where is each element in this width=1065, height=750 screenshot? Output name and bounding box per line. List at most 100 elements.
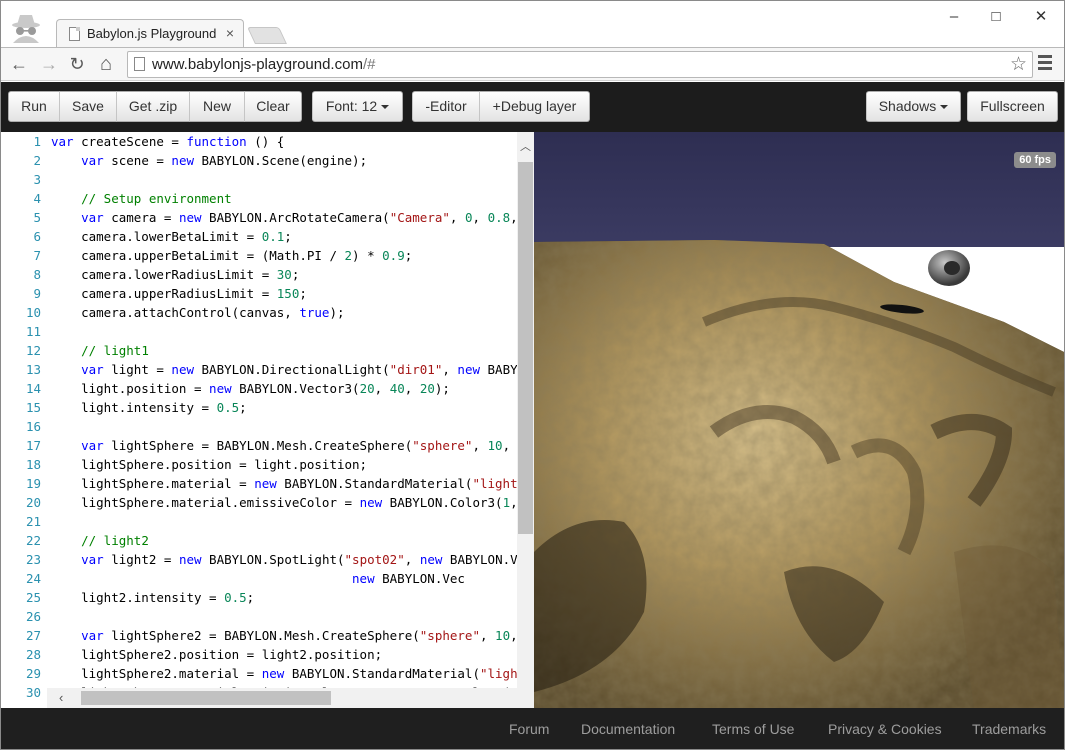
code-line[interactable]: 7 camera.upperBetaLimit = (Math.PI / 2) … — [1, 246, 534, 265]
code-text: var lightSphere2 = BABYLON.Mesh.CreateSp… — [81, 628, 518, 643]
code-text: lightSphere2.position = light2.position; — [51, 647, 383, 662]
editor-horizontal-scrollbar[interactable]: ‹ — [47, 688, 517, 708]
new-tab-button[interactable] — [247, 27, 287, 44]
code-line[interactable]: 18 lightSphere.position = light.position… — [1, 455, 534, 474]
reload-icon[interactable]: ↻ — [65, 52, 89, 76]
line-number: 30 — [25, 685, 41, 700]
code-line[interactable]: 9 camera.upperRadiusLimit = 150; — [1, 284, 534, 303]
code-line[interactable]: 19 lightSphere.material = new BABYLON.St… — [1, 474, 534, 493]
scroll-up-icon[interactable]: ︿ — [520, 138, 531, 154]
font-size-dropdown[interactable]: Font: 12 — [312, 91, 403, 122]
code-line[interactable]: 13 var light = new BABYLON.DirectionalLi… — [1, 360, 534, 379]
chevron-down-icon — [381, 105, 390, 110]
trademarks-link[interactable]: Trademarks — [972, 721, 1046, 737]
code-line[interactable]: 22 // light2 — [1, 531, 534, 550]
code-line[interactable]: 14 light.position = new BABYLON.Vector3(… — [1, 379, 534, 398]
clear-button[interactable]: Clear — [244, 91, 302, 122]
playground-toolbar: Run Save Get .zip New Clear Font: 12 -Ed… — [1, 82, 1064, 132]
shadows-label: Shadows — [878, 98, 937, 114]
code-text: camera.upperBetaLimit = (Math.PI / 2) * … — [51, 248, 413, 263]
tab-babylon-playground[interactable]: Babylon.js Playground × — [56, 19, 244, 47]
code-line[interactable]: 28 lightSphere2.position = light2.positi… — [1, 645, 534, 664]
code-line[interactable]: 27 var lightSphere2 = BABYLON.Mesh.Creat… — [1, 626, 534, 645]
save-button[interactable]: Save — [59, 91, 117, 122]
code-text: var scene = new BABYLON.Scene(engine); — [81, 153, 368, 168]
code-text: light2.intensity = 0.5; — [51, 590, 255, 605]
code-line[interactable]: 26 — [1, 607, 534, 626]
fps-counter: 60 fps — [1014, 152, 1056, 168]
line-number: 23 — [25, 552, 41, 567]
code-line[interactable]: 11 — [1, 322, 534, 341]
debug-layer-button[interactable]: +Debug layer — [479, 91, 590, 122]
line-number: 13 — [25, 362, 41, 377]
line-number: 4 — [33, 191, 41, 206]
code-line[interactable]: 2 var scene = new BABYLON.Scene(engine); — [1, 151, 534, 170]
code-line[interactable]: 4 // Setup environment — [1, 189, 534, 208]
maximize-button[interactable]: □ — [981, 7, 1011, 27]
code-text: var createScene = function () { — [51, 134, 285, 149]
run-button[interactable]: Run — [8, 91, 60, 122]
line-number: 18 — [25, 457, 41, 472]
code-line[interactable]: 21 — [1, 512, 534, 531]
chevron-down-icon — [940, 105, 949, 110]
code-line[interactable]: 1 var createScene = function () { — [1, 132, 534, 151]
terrain-scene — [534, 132, 1064, 708]
editor-vertical-scrollbar[interactable]: ︿ — [517, 132, 534, 708]
line-number: 20 — [25, 495, 41, 510]
code-line[interactable]: 5 var camera = new BABYLON.ArcRotateCame… — [1, 208, 534, 227]
code-line[interactable]: 16 — [1, 417, 534, 436]
address-bar[interactable]: www.babylonjs-playground.com/# ☆ — [127, 51, 1033, 78]
code-line[interactable]: 15 light.intensity = 0.5; — [1, 398, 534, 417]
code-text: lightSphere.material = new BABYLON.Stand… — [51, 476, 526, 491]
browser-menu-icon[interactable] — [1038, 55, 1054, 73]
line-number: 10 — [25, 305, 41, 320]
scrollbar-thumb[interactable] — [81, 691, 331, 705]
code-text: new BABYLON.Vec — [352, 571, 465, 586]
code-line[interactable]: 10 camera.attachControl(canvas, true); — [1, 303, 534, 322]
tab-strip: Babylon.js Playground × – □ ✕ — [1, 1, 1064, 47]
code-line[interactable]: 25 light2.intensity = 0.5; — [1, 588, 534, 607]
line-number: 25 — [25, 590, 41, 605]
line-number: 11 — [25, 324, 41, 339]
back-icon[interactable]: ← — [7, 52, 31, 76]
bookmark-star-icon[interactable]: ☆ — [1010, 53, 1027, 76]
code-text: lightSphere.position = light.position; — [51, 457, 368, 472]
minimize-button[interactable]: – — [939, 7, 969, 27]
url-host: www.babylonjs-playground.com — [152, 56, 363, 73]
line-number: 3 — [33, 172, 41, 187]
forward-icon[interactable]: → — [37, 52, 61, 76]
code-line[interactable]: 3 — [1, 170, 534, 189]
toggle-editor-button[interactable]: -Editor — [412, 91, 480, 122]
page-info-icon[interactable] — [134, 57, 145, 71]
render-canvas[interactable]: 60 fps — [534, 132, 1064, 708]
privacy-link[interactable]: Privacy & Cookies — [828, 721, 942, 737]
close-tab-icon[interactable]: × — [223, 25, 237, 41]
line-number: 7 — [33, 248, 41, 263]
scrollbar-thumb[interactable] — [518, 162, 533, 534]
code-line[interactable]: 6 camera.lowerBetaLimit = 0.1; — [1, 227, 534, 246]
line-number: 16 — [25, 419, 41, 434]
line-number: 1 — [33, 134, 41, 149]
code-line[interactable]: 8 camera.lowerRadiusLimit = 30; — [1, 265, 534, 284]
code-text: lightSphere2.material = new BABYLON.Stan… — [51, 666, 526, 681]
code-line[interactable]: 23 var light2 = new BABYLON.SpotLight("s… — [1, 550, 534, 569]
terms-link[interactable]: Terms of Use — [712, 721, 794, 737]
home-icon[interactable]: ⌂ — [94, 52, 118, 76]
code-editor[interactable]: 1 var createScene = function () { 2 var sc… — [1, 132, 534, 708]
forum-link[interactable]: Forum — [509, 721, 549, 737]
code-line[interactable]: 20 lightSphere.material.emissiveColor = … — [1, 493, 534, 512]
scroll-left-icon[interactable]: ‹ — [59, 690, 63, 705]
code-lines[interactable]: 1 var createScene = function () { 2 var sc… — [1, 132, 534, 702]
code-line[interactable]: 17 var lightSphere = BABYLON.Mesh.Create… — [1, 436, 534, 455]
documentation-link[interactable]: Documentation — [581, 721, 675, 737]
line-number: 2 — [33, 153, 41, 168]
fullscreen-button[interactable]: Fullscreen — [967, 91, 1058, 122]
new-button[interactable]: New — [189, 91, 245, 122]
code-line[interactable]: 24 new BABYLON.Vec — [1, 569, 534, 588]
code-line[interactable]: 29 lightSphere2.material = new BABYLON.S… — [1, 664, 534, 683]
get-zip-button[interactable]: Get .zip — [116, 91, 190, 122]
code-line[interactable]: 12 // light1 — [1, 341, 534, 360]
shadows-dropdown[interactable]: Shadows — [866, 91, 961, 122]
close-window-button[interactable]: ✕ — [1026, 7, 1056, 27]
line-number: 9 — [33, 286, 41, 301]
